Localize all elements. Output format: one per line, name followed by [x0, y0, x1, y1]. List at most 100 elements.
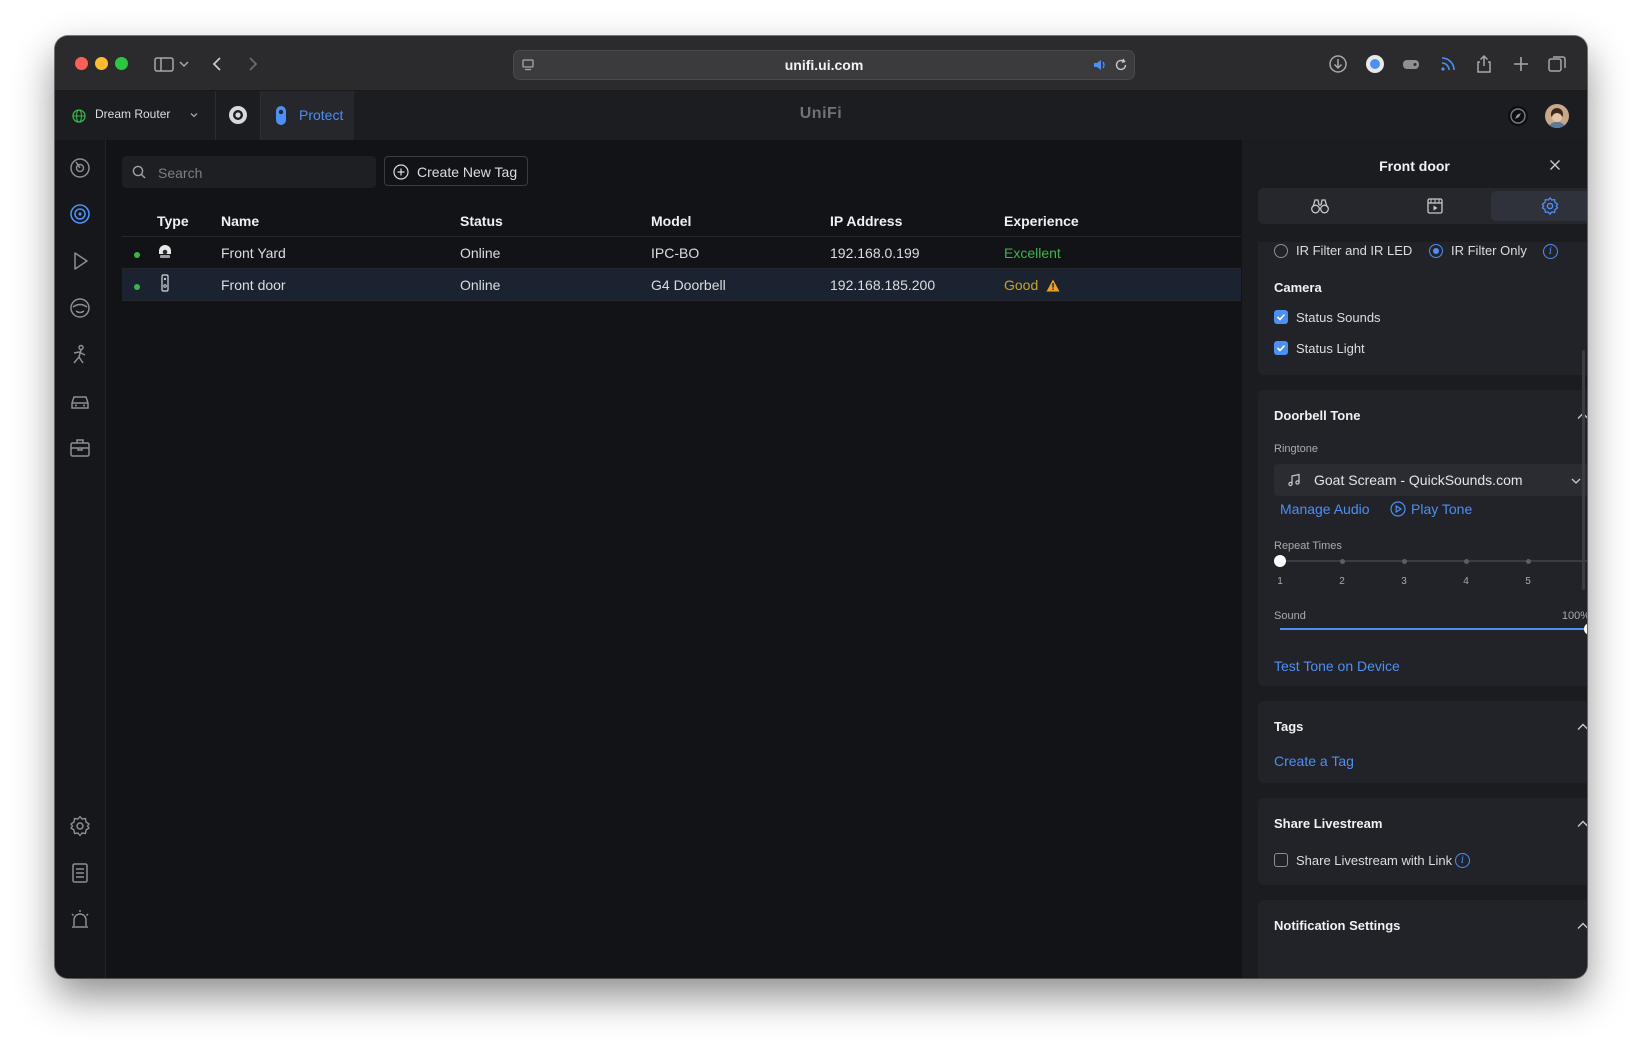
brand-title: UniFi: [799, 105, 843, 122]
downloads-icon[interactable]: [1327, 53, 1349, 75]
music-note-icon: [1288, 473, 1300, 487]
status-sounds-label: Status Sounds: [1296, 310, 1381, 325]
info-icon[interactable]: i: [1455, 853, 1470, 868]
system-log-icon[interactable]: [68, 861, 92, 885]
column-header-type[interactable]: Type: [157, 206, 221, 237]
close-window-button[interactable]: [75, 57, 88, 70]
tab-settings[interactable]: [1491, 191, 1587, 221]
status-light-checkbox[interactable]: [1274, 341, 1288, 355]
share-livestream-heading: Share Livestream: [1274, 816, 1383, 831]
back-icon[interactable]: [207, 53, 229, 75]
info-icon[interactable]: i: [1543, 244, 1558, 259]
notification-settings-heading: Notification Settings: [1274, 918, 1401, 933]
device-status: Online: [460, 268, 651, 301]
tab-overview-icon[interactable]: [1546, 53, 1568, 75]
tags-card: Tags Create a Tag: [1258, 701, 1587, 783]
test-tone-link[interactable]: Test Tone on Device: [1274, 658, 1400, 674]
chevron-up-icon[interactable]: [1576, 817, 1587, 831]
tab-insights[interactable]: [1261, 191, 1379, 221]
table-row[interactable]: Front Yard Online IPC-BO 192.168.0.199 E…: [122, 236, 1241, 269]
column-header-ip[interactable]: IP Address: [830, 206, 1004, 237]
alarm-icon[interactable]: [68, 908, 92, 932]
zoom-window-button[interactable]: [115, 57, 128, 70]
panel-title: Front door: [1379, 158, 1450, 174]
column-header-model[interactable]: Model: [651, 206, 830, 237]
status-sounds-checkbox[interactable]: [1274, 310, 1288, 324]
chevron-up-icon[interactable]: [1576, 720, 1587, 734]
manage-audio-link[interactable]: Manage Audio: [1280, 501, 1370, 517]
user-avatar[interactable]: [1545, 104, 1569, 128]
ringtone-label: Ringtone: [1274, 443, 1319, 455]
settings-icon[interactable]: [68, 814, 92, 838]
sidebar-toggle-icon[interactable]: [153, 53, 175, 75]
repeat-tick-label: 4: [1463, 576, 1469, 587]
compass-icon[interactable]: [1507, 105, 1529, 127]
doorbell-tone-card: Doorbell Tone Ringtone Goat Scream - Qui…: [1258, 390, 1587, 686]
repeat-tick-label: 1: [1277, 576, 1283, 587]
panel-scrollbar[interactable]: [1582, 350, 1585, 590]
table-row[interactable]: Front door Online G4 Doorbell 192.168.18…: [122, 268, 1241, 301]
chevron-down-icon[interactable]: [177, 53, 191, 75]
gear-icon: [1541, 197, 1559, 215]
forward-icon[interactable]: [241, 53, 263, 75]
column-header-status[interactable]: Status: [460, 206, 651, 237]
bullet-camera-icon: [159, 245, 171, 258]
ringtone-select[interactable]: Goat Scream - QuickSounds.com: [1274, 464, 1587, 496]
tags-heading: Tags: [1274, 719, 1304, 734]
tab-recordings[interactable]: [1376, 191, 1494, 221]
vehicle-icon[interactable]: [68, 390, 92, 414]
gamepad-icon[interactable]: [1400, 53, 1422, 75]
device-model: IPC-BO: [651, 236, 830, 269]
ir-filter-and-led-radio[interactable]: [1274, 244, 1288, 258]
recording-icon: [1427, 198, 1443, 214]
repeat-times-knob[interactable]: [1274, 555, 1286, 567]
chevron-up-icon[interactable]: [1576, 919, 1587, 933]
extension-icon[interactable]: [1364, 53, 1386, 75]
ir-filter-only-label: IR Filter Only: [1451, 243, 1527, 258]
warning-icon[interactable]: [1046, 279, 1060, 292]
repeat-tick-label: 5: [1525, 576, 1531, 587]
device-ip: 192.168.0.199: [830, 236, 1004, 269]
new-tab-icon[interactable]: [1510, 53, 1532, 75]
minimize-window-button[interactable]: [95, 57, 108, 70]
check-icon: [1276, 313, 1286, 321]
notification-settings-card: Notification Settings: [1258, 900, 1587, 978]
sound-knob[interactable]: [1584, 623, 1587, 635]
package-icon[interactable]: [68, 436, 92, 460]
speaker-icon[interactable]: [1092, 57, 1108, 73]
rss-icon[interactable]: [1437, 53, 1459, 75]
device-detail-panel: Front door IR Filter and IR LED IR Filte…: [1242, 140, 1587, 978]
face-detection-icon[interactable]: [68, 296, 92, 320]
repeat-times-label: Repeat Times: [1274, 540, 1342, 552]
search-box[interactable]: [122, 156, 376, 190]
create-tag-link[interactable]: Create a Tag: [1274, 753, 1354, 769]
search-input[interactable]: [156, 156, 370, 190]
device-name: Front Yard: [221, 236, 460, 269]
ir-filter-only-radio[interactable]: [1429, 244, 1443, 258]
play-tone-link[interactable]: Play Tone: [1411, 501, 1472, 517]
play-icon[interactable]: [68, 249, 92, 273]
column-header-experience[interactable]: Experience: [1004, 206, 1241, 237]
binoculars-icon: [1311, 199, 1329, 214]
play-circle-icon[interactable]: [1390, 501, 1406, 517]
share-livestream-label: Share Livestream with Link: [1296, 853, 1453, 868]
dashboard-icon[interactable]: [68, 156, 92, 180]
sound-label: Sound: [1274, 610, 1306, 622]
create-new-tag-button[interactable]: Create New Tag: [384, 156, 529, 186]
devices-icon[interactable]: [68, 202, 92, 226]
table-header-row: Type Name Status Model IP Address Experi…: [122, 206, 1241, 237]
close-icon[interactable]: [1546, 156, 1564, 174]
address-bar[interactable]: unifi.ui.com: [513, 50, 1135, 80]
column-header-name[interactable]: Name: [221, 206, 460, 237]
chevron-down-icon: [1571, 478, 1581, 484]
device-status: Online: [460, 236, 651, 269]
repeat-tick-label: 2: [1339, 576, 1345, 587]
panel-tabs: [1258, 188, 1587, 224]
share-livestream-checkbox[interactable]: [1274, 853, 1288, 867]
person-detection-icon[interactable]: [68, 343, 92, 367]
device-name: Front door: [221, 268, 460, 301]
repeat-tick-label: 3: [1401, 576, 1407, 587]
reload-icon[interactable]: [1113, 57, 1129, 73]
doorbell-tone-heading: Doorbell Tone: [1274, 408, 1361, 423]
share-icon[interactable]: [1473, 53, 1495, 75]
